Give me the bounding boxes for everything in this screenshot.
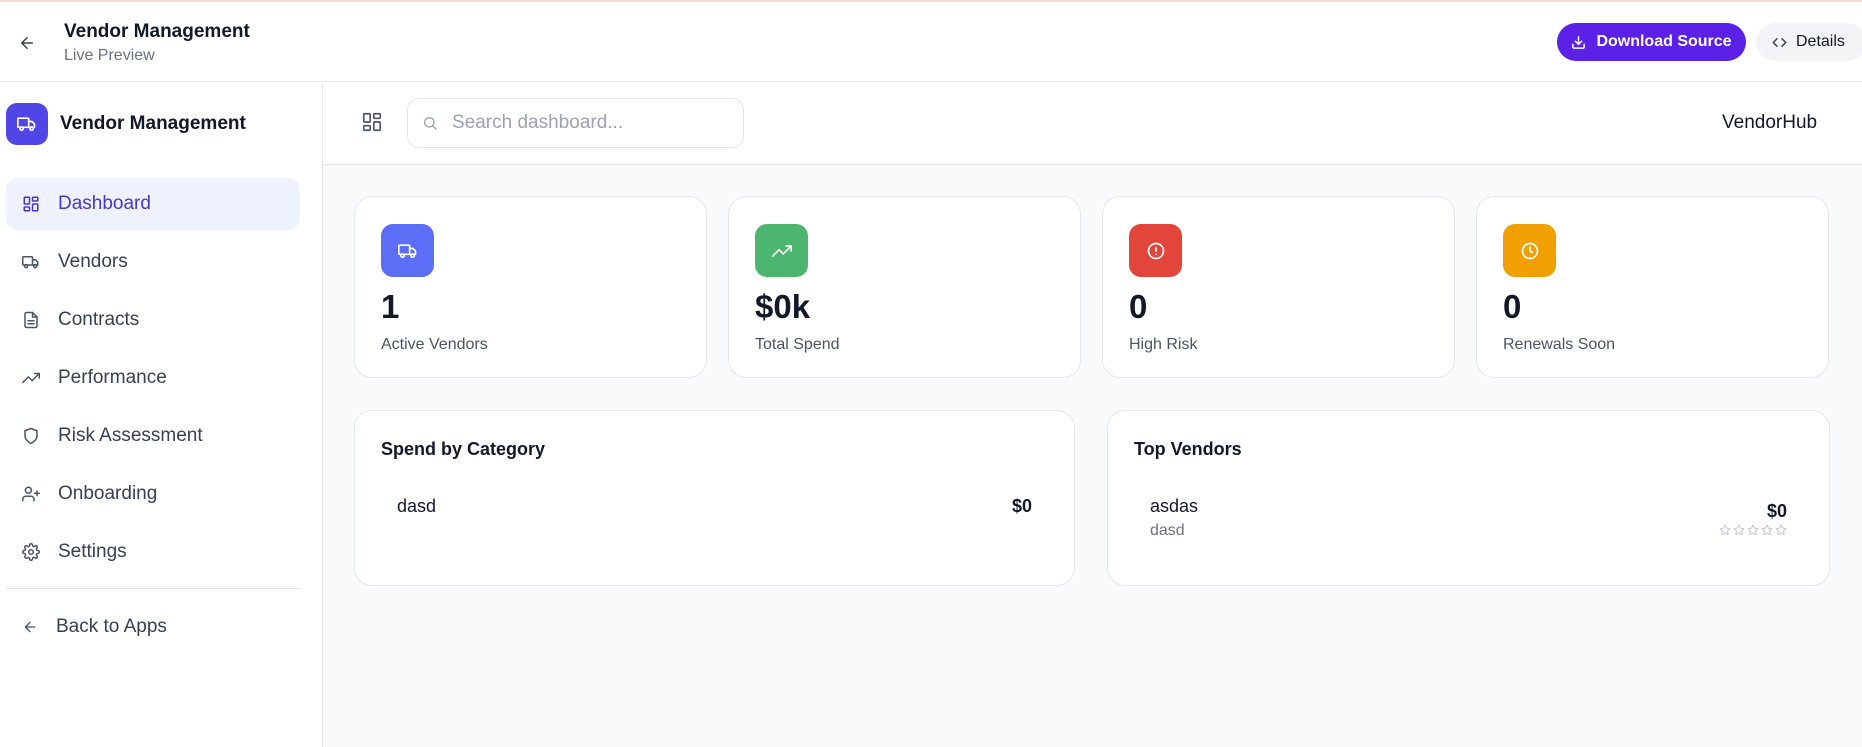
arrow-left-icon: [21, 37, 33, 49]
back-to-apps-label: Back to Apps: [56, 616, 167, 637]
sidebar-item-risk-assessment[interactable]: Risk Assessment: [6, 410, 300, 462]
category-name: dasd: [397, 496, 437, 516]
sidebar-item-label: Performance: [58, 367, 167, 388]
sidebar-item-dashboard[interactable]: Dashboard: [6, 178, 300, 230]
layout-toggle-button[interactable]: [361, 111, 385, 135]
stat-value: $0k: [755, 288, 811, 325]
star-icon: [1761, 524, 1773, 535]
stat-value: 1: [381, 288, 400, 325]
gear-icon: [22, 543, 40, 561]
app-header: Vendor Management Live Preview Download …: [0, 2, 1862, 82]
code-icon: [1772, 37, 1787, 47]
sidebar-item-label: Dashboard: [58, 193, 151, 214]
sidebar-item-label: Contracts: [58, 309, 140, 330]
star-icon: [1733, 524, 1745, 535]
trending-up-icon: [22, 372, 40, 384]
truck-icon: [6, 103, 48, 145]
grid-icon: [23, 196, 39, 212]
sidebar-item-performance[interactable]: Performance: [6, 352, 300, 404]
arrow-left-icon: [24, 621, 36, 633]
stat-card-active-vendors: 1 Active Vendors: [354, 196, 707, 378]
top-vendors-panel: Top Vendors asdas dasd $0: [1107, 410, 1830, 586]
stat-value: 0: [1129, 288, 1148, 325]
sidebar-item-label: Vendors: [58, 251, 128, 272]
workspace-brand: VendorHub: [1722, 112, 1818, 133]
main-content: VendorHub 1 Active Vendors $0k Total Spe…: [323, 83, 1862, 747]
download-source-label: Download Source: [1596, 33, 1732, 50]
stat-card-total-spend: $0k Total Spend: [728, 196, 1081, 378]
stat-label: Active Vendors: [381, 336, 488, 353]
sidebar-item-settings[interactable]: Settings: [6, 526, 300, 578]
sidebar-item-onboarding[interactable]: Onboarding: [6, 468, 300, 520]
stat-card-renewals-soon: 0 Renewals Soon: [1476, 196, 1829, 378]
sidebar-brand: Vendor Management: [6, 103, 246, 145]
stat-card-high-risk: 0 High Risk: [1102, 196, 1455, 378]
trending-up-icon: [755, 224, 808, 277]
stat-label: High Risk: [1129, 336, 1198, 353]
stat-value: 0: [1503, 288, 1522, 325]
download-source-button[interactable]: Download Source: [1557, 23, 1746, 61]
panel-title: Top Vendors: [1134, 439, 1242, 459]
sidebar-brand-name: Vendor Management: [60, 113, 246, 134]
back-arrow-button[interactable]: [14, 30, 40, 56]
truck-icon: [22, 256, 39, 269]
sidebar-item-label: Risk Assessment: [58, 425, 203, 446]
sidebar-item-contracts[interactable]: Contracts: [6, 294, 300, 346]
vendor-rating: [1719, 524, 1787, 536]
sidebar-item-label: Onboarding: [58, 483, 158, 504]
details-button[interactable]: Details: [1756, 23, 1862, 61]
sidebar-item-vendors[interactable]: Vendors: [6, 236, 300, 288]
search-input[interactable]: [452, 112, 722, 134]
truck-icon: [381, 224, 434, 277]
star-icon: [1747, 524, 1759, 535]
download-icon: [1572, 35, 1586, 49]
app-subtitle: Live Preview: [64, 47, 155, 64]
vendor-category: dasd: [1150, 522, 1185, 539]
vendor-name: asdas: [1150, 496, 1199, 516]
spend-by-category-panel: Spend by Category dasd $0: [354, 410, 1075, 586]
sidebar-divider: [6, 588, 300, 589]
star-icon: [1775, 524, 1787, 535]
main-header: VendorHub: [323, 83, 1862, 165]
search-icon: [424, 117, 437, 130]
stat-label: Renewals Soon: [1503, 336, 1616, 353]
details-label: Details: [1796, 33, 1845, 50]
sidebar: Vendor Management Dashboard Vendors Cont…: [0, 83, 323, 747]
star-icon: [1719, 524, 1731, 535]
sidebar-item-label: Settings: [58, 541, 127, 562]
back-to-apps-link[interactable]: Back to Apps: [6, 601, 300, 653]
clock-icon: [1503, 224, 1556, 277]
document-icon: [24, 311, 38, 329]
stat-label: Total Spend: [755, 336, 840, 353]
category-amount: $0: [1011, 496, 1032, 516]
grid-icon: [362, 112, 382, 132]
panel-title: Spend by Category: [381, 439, 546, 459]
app-title: Vendor Management: [64, 21, 250, 42]
vendor-amount: $0: [1766, 501, 1787, 521]
user-plus-icon: [22, 486, 40, 502]
shield-icon: [24, 427, 38, 445]
search-box: [407, 98, 744, 148]
alert-circle-icon: [1129, 224, 1182, 277]
